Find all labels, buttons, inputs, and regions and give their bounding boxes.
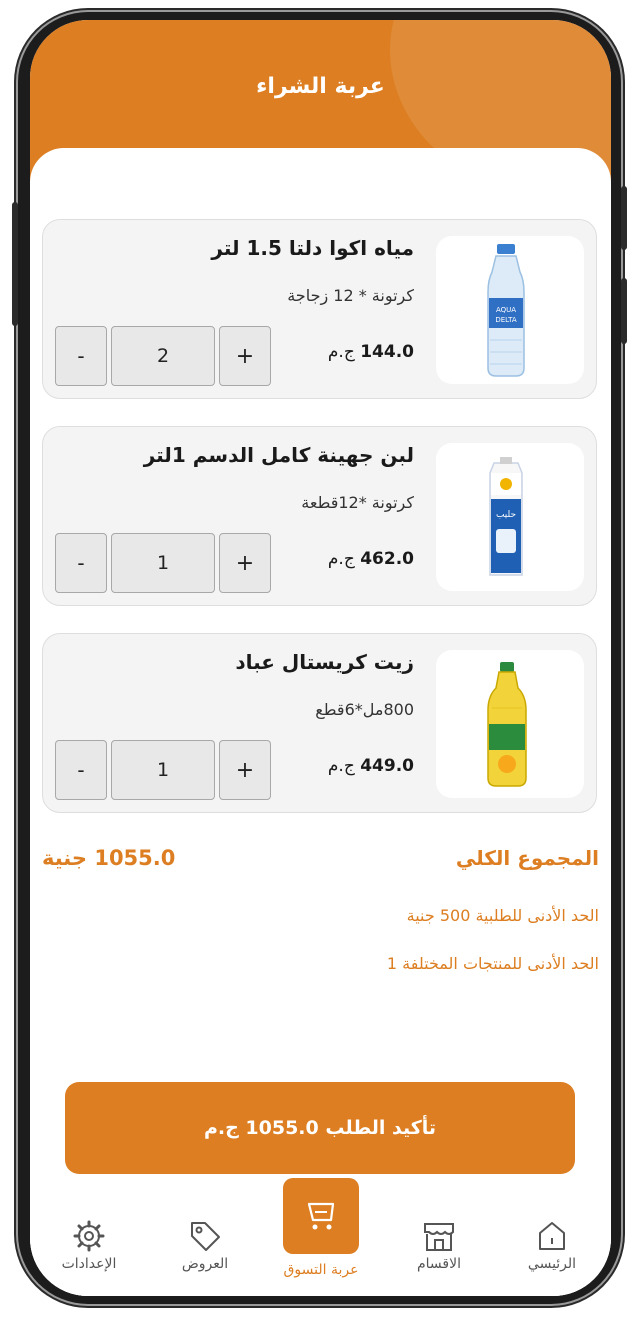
increase-button[interactable]: + xyxy=(219,740,271,800)
nav-item-offers[interactable]: العروض xyxy=(150,1196,260,1296)
bottom-nav: الرئيسي الاقسام عربة التسوق العروض الإعد… xyxy=(30,1178,611,1296)
power-button xyxy=(621,186,627,250)
side-button xyxy=(621,278,627,344)
product-price: 449.0 ج.م xyxy=(327,756,414,776)
volume-button xyxy=(12,202,18,326)
tag-icon xyxy=(191,1222,220,1251)
product-name: زيت كريستال عباد xyxy=(235,650,414,674)
page-title: عربة الشراء xyxy=(256,74,385,99)
decrease-button[interactable]: - xyxy=(55,533,107,593)
total-value: 1055.0 جنية xyxy=(42,846,176,870)
nav-label: الرئيسي xyxy=(527,1256,577,1272)
product-pack: كرتونة *12قطعة xyxy=(301,493,414,512)
product-pack: 800مل*6قطع xyxy=(315,700,414,719)
product-name: لبن جهينة كامل الدسم 1لتر xyxy=(143,443,414,467)
store-icon xyxy=(424,1223,454,1251)
app-screen: عربة الشراء AQUA DELTA مياه اكوا دلتا 1.… xyxy=(30,20,611,1296)
quantity-stepper: - 1 + xyxy=(55,740,271,802)
quantity-stepper: - 2 + xyxy=(55,326,271,388)
nav-item-categories[interactable]: الاقسام xyxy=(384,1196,494,1296)
oil-bottle-image xyxy=(436,650,584,798)
min-order-text: الحد الأدنى للطلبية 500 جنية xyxy=(406,906,599,925)
svg-text:DELTA: DELTA xyxy=(495,316,516,324)
nav-label: الإعدادات xyxy=(61,1256,117,1272)
cart-tab-highlight xyxy=(283,1178,359,1254)
svg-text:AQUA: AQUA xyxy=(496,306,516,314)
cart-item-card: AQUA DELTA مياه اكوا دلتا 1.5 لتر كرتونة… xyxy=(42,219,597,399)
home-icon xyxy=(539,1222,565,1250)
gear-icon xyxy=(73,1220,105,1252)
total-label: المجموع الكلي xyxy=(455,846,599,870)
product-price: 462.0 ج.م xyxy=(327,549,414,569)
increase-button[interactable]: + xyxy=(219,326,271,386)
product-price: 144.0 ج.م xyxy=(327,342,414,362)
milk-carton-image: حليب xyxy=(436,443,584,591)
nav-label: عربة التسوق xyxy=(283,1262,359,1278)
nav-label: العروض xyxy=(181,1256,229,1272)
nav-item-settings[interactable]: الإعدادات xyxy=(34,1196,144,1296)
nav-item-cart[interactable]: عربة التسوق xyxy=(266,1178,376,1296)
quantity-field[interactable]: 1 xyxy=(111,740,215,800)
cart-icon xyxy=(307,1202,335,1230)
confirm-order-button[interactable]: تأكيد الطلب 1055.0 ج.م xyxy=(65,1082,575,1174)
cart-item-card: حليب لبن جهينة كامل الدسم 1لتر كرتونة *1… xyxy=(42,426,597,606)
increase-button[interactable]: + xyxy=(219,533,271,593)
product-pack: كرتونة * 12 زجاجة xyxy=(287,286,414,305)
decrease-button[interactable]: - xyxy=(55,740,107,800)
quantity-field[interactable]: 2 xyxy=(111,326,215,386)
product-name: مياه اكوا دلتا 1.5 لتر xyxy=(211,236,414,260)
quantity-field[interactable]: 1 xyxy=(111,533,215,593)
decrease-button[interactable]: - xyxy=(55,326,107,386)
min-products-text: الحد الأدنى للمنتجات المختلفة 1 xyxy=(386,954,599,973)
nav-item-home[interactable]: الرئيسي xyxy=(497,1196,607,1296)
svg-text:حليب: حليب xyxy=(496,510,516,520)
nav-label: الاقسام xyxy=(417,1256,461,1272)
water-bottle-image: AQUA DELTA xyxy=(436,236,584,384)
cart-item-card: زيت كريستال عباد 800مل*6قطع 449.0 ج.م - … xyxy=(42,633,597,813)
quantity-stepper: - 1 + xyxy=(55,533,271,595)
